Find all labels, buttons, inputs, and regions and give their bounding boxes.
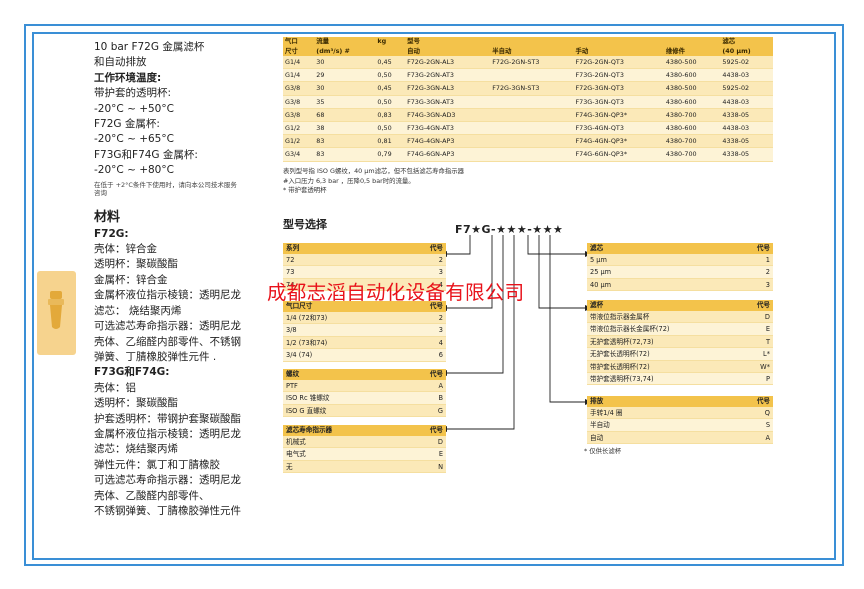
option-label: 1/2 (73和74) bbox=[286, 338, 328, 347]
code-table-row: 带液位指示器金属杯 D bbox=[587, 311, 773, 324]
code-table-header: 排放 代号 bbox=[587, 396, 773, 407]
option-label: 3/4 (74) bbox=[286, 351, 313, 360]
option-code: 2 bbox=[438, 256, 443, 264]
code-table-row: 3/4 (74) 6 bbox=[283, 349, 446, 362]
code-table-row: 带护套长透明杯(72) W* bbox=[587, 360, 773, 373]
option-code: 1 bbox=[765, 256, 770, 264]
option-code: P bbox=[766, 374, 770, 383]
option-code: G bbox=[437, 406, 443, 415]
option-label: ISO G 直螺纹 bbox=[286, 406, 327, 415]
code-table-row: ISO G 直螺纹 G bbox=[283, 404, 446, 418]
code-table-row: 1/4 (72和73) 2 bbox=[283, 312, 446, 325]
code-table-row: 无护套透明杯(72,73) T bbox=[587, 335, 773, 349]
code-table-row: 手转1/4 圈 Q bbox=[587, 407, 773, 420]
option-code: N bbox=[438, 462, 443, 471]
option-label: 5 μm bbox=[590, 256, 607, 264]
code-table-header: 滤杯 代号 bbox=[587, 300, 773, 311]
option-label: 1/4 (72和73) bbox=[286, 314, 328, 322]
option-code: W* bbox=[760, 362, 770, 371]
code-table-row: 带液位指示器长金属杯(72) E bbox=[587, 323, 773, 336]
code-table-row: 机械式 D bbox=[283, 436, 446, 449]
code-table-row: 1/2 (73和74) 4 bbox=[283, 336, 446, 350]
code-table-row: 带护套透明杯(73,74) P bbox=[587, 372, 773, 386]
option-label: 无护套长透明杯(72) bbox=[590, 350, 650, 359]
life-indicator-table: 滤芯寿命指示器 代号 机械式 D 电气式 E 无 N bbox=[283, 425, 446, 474]
option-label: ISO Rc 锥螺纹 bbox=[286, 394, 330, 403]
option-code: E bbox=[438, 450, 443, 459]
header-code: 代号 bbox=[429, 244, 443, 252]
header-code: 代号 bbox=[756, 301, 770, 309]
option-code: A bbox=[438, 382, 443, 390]
header-label: 滤芯寿命指示器 bbox=[286, 426, 333, 434]
option-code: 2 bbox=[765, 268, 770, 277]
code-table-row: 40 μm 3 bbox=[587, 278, 773, 292]
option-label: 3/8 bbox=[286, 326, 297, 335]
option-label: 自动 bbox=[590, 433, 604, 442]
option-code: 2 bbox=[438, 314, 443, 322]
thread-table: 螺纹 代号 PTF A ISO Rc 锥螺纹 B ISO G 直螺纹 G bbox=[283, 369, 446, 418]
option-code: A bbox=[765, 433, 770, 442]
header-code: 代号 bbox=[756, 397, 770, 405]
option-label: 电气式 bbox=[286, 450, 306, 459]
header-label: 滤杯 bbox=[590, 301, 604, 309]
bowl-table: 滤杯 代号 带液位指示器金属杯 D 带液位指示器长金属杯(72) E 无护套透明杯(72,7… bbox=[587, 300, 773, 386]
option-label: 带护套长透明杯(72) bbox=[590, 362, 650, 371]
header-label: 系列 bbox=[286, 244, 300, 252]
option-label: 40 μm bbox=[590, 280, 612, 289]
option-code: B bbox=[438, 394, 443, 403]
option-code: D bbox=[437, 438, 443, 446]
element-table: 滤芯 代号 5 μm 1 25 μm 2 40 μm 3 bbox=[587, 243, 773, 292]
option-label: 半自动 bbox=[590, 421, 610, 430]
code-table-row: 3/8 3 bbox=[283, 324, 446, 337]
code-table-row: 半自动 S bbox=[587, 419, 773, 432]
option-code: 3 bbox=[438, 326, 443, 335]
option-code: 6 bbox=[438, 351, 443, 360]
option-code: D bbox=[764, 313, 770, 321]
option-label: 带液位指示器金属杯 bbox=[590, 313, 650, 321]
option-code: 4 bbox=[438, 338, 443, 347]
code-table-row: 电气式 E bbox=[283, 448, 446, 461]
option-code: S bbox=[765, 421, 770, 430]
option-label: PTF bbox=[286, 382, 298, 390]
header-label: 滤芯 bbox=[590, 244, 604, 252]
option-code: T bbox=[765, 337, 770, 346]
option-label: 72 bbox=[286, 256, 295, 264]
option-code: Q bbox=[764, 409, 770, 417]
header-code: 代号 bbox=[756, 244, 770, 252]
code-table-row: ISO Rc 锥螺纹 B bbox=[283, 392, 446, 405]
option-code: E bbox=[765, 325, 770, 334]
code-table-header: 螺纹 代号 bbox=[283, 369, 446, 380]
option-label: 无护套透明杯(72,73) bbox=[590, 337, 654, 346]
code-table-row: PTF A bbox=[283, 380, 446, 393]
bowl-footnote: * 仅供长滤杯 bbox=[584, 447, 622, 455]
header-label: 螺纹 bbox=[286, 370, 300, 378]
option-label: 无 bbox=[286, 462, 293, 471]
code-table-header: 滤芯 代号 bbox=[587, 243, 773, 254]
option-label: 带护套透明杯(73,74) bbox=[590, 374, 654, 383]
code-table-row: 5 μm 1 bbox=[587, 254, 773, 267]
option-label: 机械式 bbox=[286, 438, 306, 446]
company-watermark: 成都志滔自动化设备有限公司 bbox=[267, 281, 525, 304]
option-code: 3 bbox=[765, 280, 770, 289]
header-code: 代号 bbox=[429, 426, 443, 434]
port-size-table: 气口尺寸 代号 1/4 (72和73) 2 3/8 3 1/2 (73和74) 4 3/4 (7… bbox=[283, 301, 446, 362]
code-table-header: 系列 代号 bbox=[283, 243, 446, 254]
code-table-row: 25 μm 2 bbox=[587, 266, 773, 279]
drain-table: 排放 代号手转1/4 圈 Q 半自动 S 自动 A bbox=[587, 396, 773, 445]
header-code: 代号 bbox=[429, 370, 443, 378]
option-label: 带液位指示器长金属杯(72) bbox=[590, 325, 670, 334]
code-table-row: 自动 A bbox=[587, 431, 773, 445]
code-table-row: 72 2 bbox=[283, 254, 446, 267]
code-table-row: 无护套长透明杯(72) L* bbox=[587, 348, 773, 361]
option-label: 25 μm bbox=[590, 268, 612, 277]
option-code: L* bbox=[763, 350, 770, 359]
code-table-row: 无N bbox=[283, 460, 446, 474]
code-table-header: 滤芯寿命指示器 代号 bbox=[283, 425, 446, 436]
header-label: 排放 bbox=[590, 397, 604, 405]
option-label: 手转1/4 圈 bbox=[590, 409, 623, 417]
